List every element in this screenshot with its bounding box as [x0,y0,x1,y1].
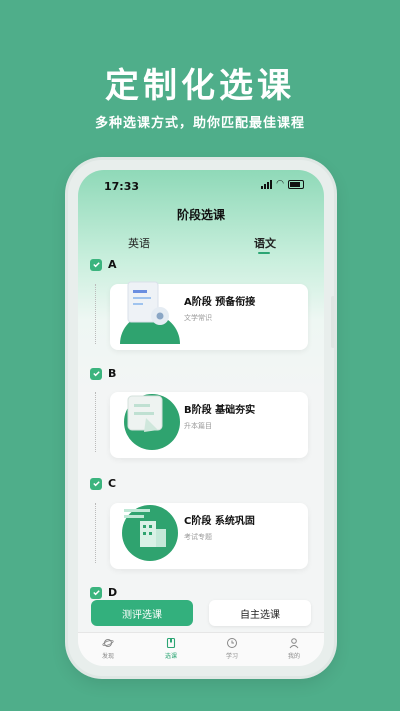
check-icon [90,586,102,599]
section-letter: C [108,477,117,490]
tabbar-label: 我的 [287,653,300,660]
stage-a-title: A阶段 预备衔接 [184,297,256,308]
stage-a-card[interactable]: A阶段 预备衔接 文学常识 [110,281,308,350]
stage-c-title: C阶段 系统巩固 [184,516,255,527]
stage-b-title: B阶段 基础夯实 [184,405,256,416]
tabbar-label: 发现 [101,653,114,660]
wifi-icon: ◠ [276,179,284,189]
document-gear-icon [120,281,180,344]
book-icon [166,637,176,649]
timeline-dots [95,284,96,344]
phone-screen: 17:33 ◠ 阶段选课 英语 语文 A A阶段 预备衔接 文学常识 B B阶段… [78,170,324,666]
stage-a-subtitle: 文学常识 [184,314,212,322]
tabbar-label: 选课 [164,653,177,660]
tab-active-indicator [258,252,270,254]
signal-icon [261,180,273,189]
timeline-dots [95,392,96,452]
phone-side-button [331,296,335,348]
section-b-label: B [90,367,116,380]
self-select-button[interactable]: 自主选课 [209,600,311,626]
check-icon [90,477,102,490]
tabbar-courses[interactable]: 选课 [151,637,191,660]
tabbar-label: 学习 [225,653,238,660]
page-title: 阶段选课 [176,208,225,222]
tabbar-mine[interactable]: 我的 [274,637,314,660]
planet-icon [102,639,114,647]
check-icon [90,258,102,271]
section-letter: B [108,367,117,380]
timeline-dots [95,503,96,563]
battery-icon [288,180,304,189]
clock-icon [227,638,237,648]
scroll-document-icon [124,394,180,450]
tabbar-discover[interactable]: 发现 [88,637,128,660]
promo-subtitle: 多种选课方式，助你匹配最佳课程 [94,116,305,131]
stage-b-subtitle: 升本篇目 [184,422,212,430]
stage-b-card[interactable]: B阶段 基础夯实 升本篇目 [110,392,308,458]
section-letter: D [108,586,118,599]
status-bar: 17:33 ◠ [78,170,324,202]
promo-title: 定制化选课 [105,66,295,106]
tab-chinese[interactable]: 语文 [254,235,276,251]
bottom-tab-bar: 发现 选课 学习 我的 [78,632,324,666]
section-c-label: C [90,477,116,490]
tabbar-study[interactable]: 学习 [212,637,252,660]
tab-english[interactable]: 英语 [128,235,150,251]
status-icons: ◠ [261,180,304,189]
stage-c-subtitle: 考试专题 [184,533,212,541]
building-icon [122,505,178,561]
section-a-label: A [90,258,117,271]
section-letter: A [108,258,117,271]
person-icon [289,638,299,649]
section-d-label: D [90,586,117,599]
status-time: 17:33 [104,180,140,193]
stage-c-card[interactable]: C阶段 系统巩固 考试专题 [110,503,308,569]
check-icon [90,367,102,380]
test-select-button[interactable]: 测评选课 [91,600,193,626]
